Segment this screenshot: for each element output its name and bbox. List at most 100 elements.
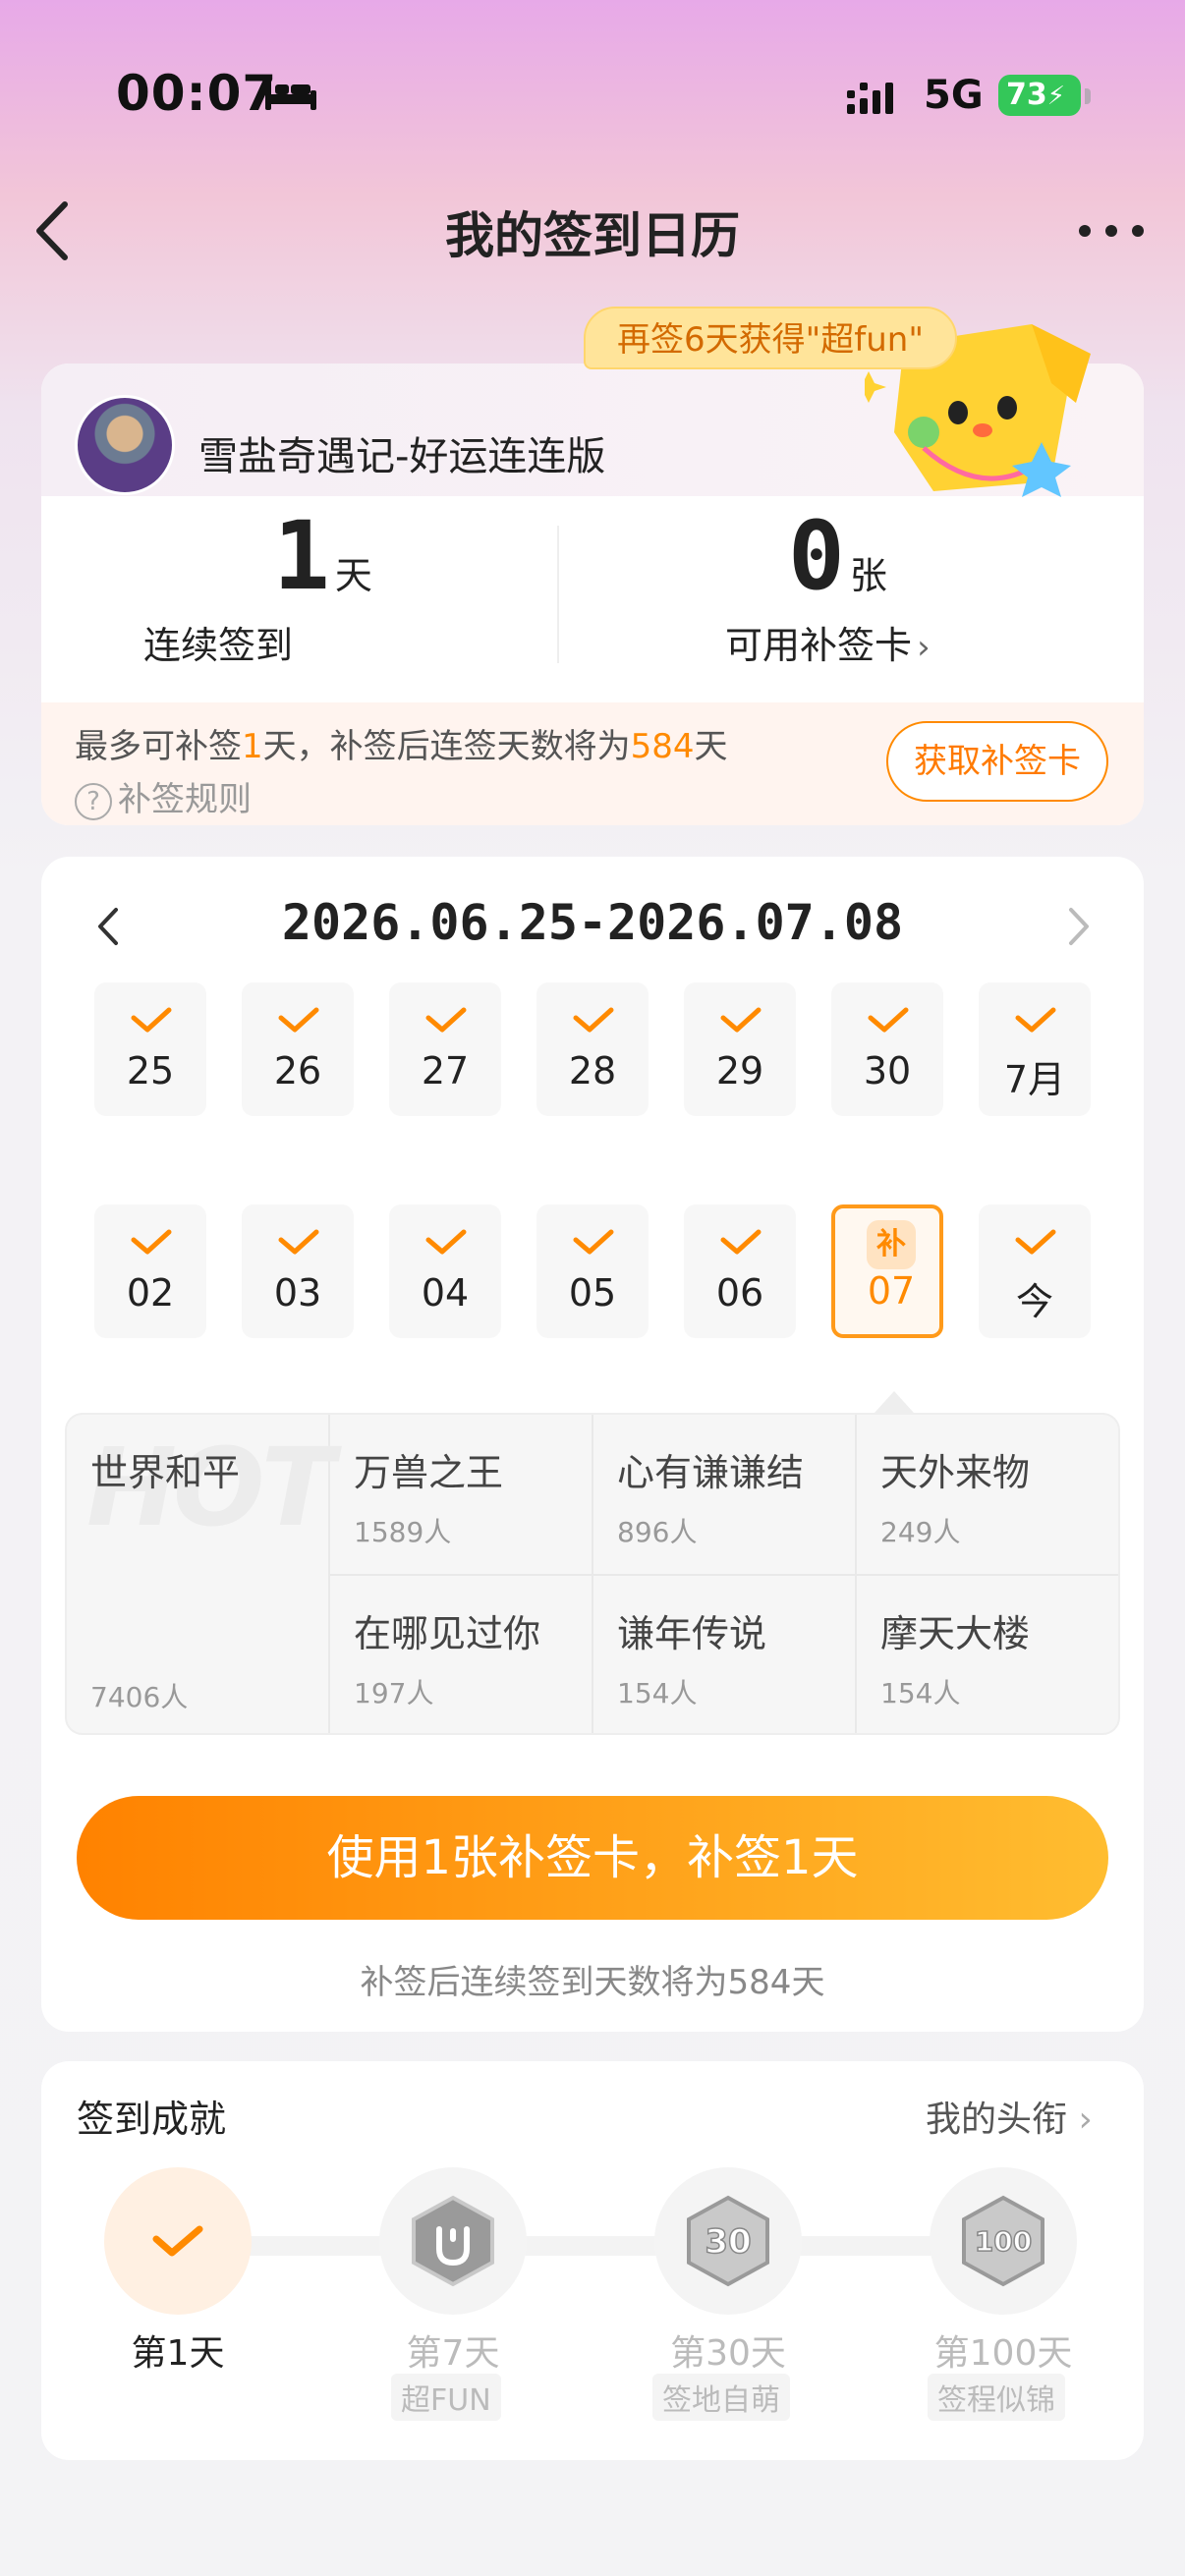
battery-indicator: 73⚡ <box>998 75 1081 116</box>
my-titles-link[interactable]: 我的头衔 › <box>926 2091 1093 2142</box>
day-label: 05 <box>568 1271 617 1315</box>
check-icon <box>720 1007 762 1033</box>
username: 雪盐奇遇记-好运连连版 <box>198 434 606 479</box>
day-label: 26 <box>273 1049 322 1092</box>
chevron-right-icon: › <box>1078 2100 1093 2140</box>
check-icon <box>278 1007 319 1033</box>
use-makeup-card-button[interactable]: 使用1张补签卡，补签1天 <box>77 1796 1108 1920</box>
day-label: 7月 <box>1003 1058 1066 1101</box>
title-name: 心有谦谦结 <box>617 1451 805 1494</box>
sleep-mode-icon <box>265 81 316 110</box>
title-count: 249人 <box>880 1516 961 1548</box>
achievement-badge-1[interactable] <box>104 2167 252 2315</box>
title-item[interactable]: 谦年传说 154人 <box>593 1576 857 1733</box>
30-days-badge-icon: 30 <box>687 2195 769 2287</box>
title-count: 1589人 <box>354 1516 452 1548</box>
calendar-day-selected[interactable]: 补 07 <box>831 1204 943 1338</box>
achievement-badge-7[interactable] <box>379 2167 527 2315</box>
svg-text:30: 30 <box>705 2222 751 2262</box>
check-icon <box>152 2225 203 2257</box>
calendar-day[interactable]: 04 <box>389 1204 501 1338</box>
streak-unit: 天 <box>334 554 372 597</box>
title-item[interactable]: 天外来物 249人 <box>857 1415 1118 1576</box>
day-label: 27 <box>421 1049 470 1092</box>
battery-cap <box>1085 88 1091 104</box>
svg-text:100: 100 <box>975 2225 1032 2258</box>
my-titles-label: 我的头衔 <box>926 2100 1068 2140</box>
makeup-card-stat[interactable]: 0 张 <box>788 501 887 611</box>
stats-area <box>41 496 1144 702</box>
calendar-day[interactable]: 30 <box>831 982 943 1116</box>
title-count: 154人 <box>617 1677 698 1709</box>
check-icon <box>1015 1229 1056 1255</box>
calendar-day[interactable]: 26 <box>242 982 354 1116</box>
makeup-result-note: 补签后连续签到天数将为584天 <box>360 1963 825 2002</box>
achievement-tag: 签地自萌 <box>652 2374 790 2421</box>
day-label: 06 <box>715 1271 764 1315</box>
day-label: 04 <box>421 1271 470 1315</box>
cards-link[interactable]: 可用补签卡 › <box>725 615 931 669</box>
day-label: 03 <box>273 1271 322 1315</box>
makeup-info: 最多可补签1天，补签后连签天数将为584天 <box>75 719 728 767</box>
calendar-day-today[interactable]: 今 <box>979 1204 1091 1338</box>
calendar-day[interactable]: 29 <box>684 982 796 1116</box>
selection-pointer <box>875 1391 914 1413</box>
makeup-days: 1 <box>242 727 263 766</box>
avatar[interactable] <box>75 395 175 495</box>
achievements-title: 签到成就 <box>77 2098 227 2141</box>
makeup-text-middle: 天，补签后连签天数将为 <box>262 727 631 766</box>
rock-hand-badge-icon <box>412 2195 494 2287</box>
achievement-day: 第100天 <box>933 2333 1073 2374</box>
100-days-badge-icon: 100 <box>962 2195 1044 2287</box>
day-label: 07 <box>867 1269 916 1313</box>
makeup-rules-link[interactable]: ? 补签规则 <box>75 772 252 820</box>
makeup-rules-label: 补签规则 <box>118 780 252 819</box>
question-icon: ? <box>75 782 112 820</box>
calendar-day[interactable]: 7月 <box>979 982 1091 1116</box>
title-item[interactable]: 心有谦谦结 896人 <box>593 1415 857 1576</box>
calendar-day[interactable]: 06 <box>684 1204 796 1338</box>
title-item[interactable]: 摩天大楼 154人 <box>857 1576 1118 1733</box>
check-icon <box>868 1007 909 1033</box>
calendar-day[interactable]: 25 <box>94 982 206 1116</box>
streak-value: 1 <box>273 501 330 611</box>
title-item-featured[interactable]: HOT 世界和平 7406人 <box>67 1415 335 1733</box>
makeup-text-prefix: 最多可补签 <box>75 727 242 766</box>
status-time: 00:07 <box>116 65 278 122</box>
check-icon <box>573 1229 614 1255</box>
makeup-total: 584 <box>630 727 695 766</box>
calendar-day[interactable]: 03 <box>242 1204 354 1338</box>
calendar-day[interactable]: 02 <box>94 1204 206 1338</box>
title-item[interactable]: 在哪见过你 197人 <box>330 1576 593 1733</box>
streak-reward-tooltip: 再签6天获得"超fun" <box>584 307 957 369</box>
achievement-badge-100[interactable]: 100 <box>930 2167 1077 2315</box>
day-label: 25 <box>126 1049 175 1092</box>
network-type: 5G <box>924 73 984 118</box>
title-name: 在哪见过你 <box>354 1612 541 1655</box>
calendar-day[interactable]: 27 <box>389 982 501 1116</box>
check-icon <box>1015 1007 1056 1033</box>
cards-label: 可用补签卡 <box>725 624 913 667</box>
title-count: 154人 <box>880 1677 961 1709</box>
chevron-right-icon: › <box>917 628 931 667</box>
calendar-day[interactable]: 05 <box>536 1204 649 1338</box>
get-makeup-card-button[interactable]: 获取补签卡 <box>886 721 1108 802</box>
makeup-text-suffix: 天 <box>694 727 728 766</box>
more-options-icon[interactable] <box>1077 216 1146 246</box>
achievement-day: 第7天 <box>406 2333 500 2374</box>
next-range-icon[interactable] <box>1063 902 1093 951</box>
popular-titles-grid: HOT 世界和平 7406人 万兽之王 1589人 心有谦谦结 896人 天外来… <box>65 1413 1120 1735</box>
title-name: 摩天大楼 <box>880 1612 1031 1655</box>
title-name: 谦年传说 <box>617 1612 767 1655</box>
title-item[interactable]: 万兽之王 1589人 <box>330 1415 593 1576</box>
check-icon <box>573 1007 614 1033</box>
achievement-day: 第1天 <box>131 2333 225 2374</box>
stat-divider <box>557 526 559 663</box>
day-label: 28 <box>568 1049 617 1092</box>
achievement-tag: 超FUN <box>391 2374 501 2421</box>
achievement-badge-30[interactable]: 30 <box>654 2167 802 2315</box>
achievement-day: 第30天 <box>670 2333 786 2374</box>
calendar-day[interactable]: 28 <box>536 982 649 1116</box>
check-icon <box>425 1229 467 1255</box>
day-label: 30 <box>863 1049 912 1092</box>
